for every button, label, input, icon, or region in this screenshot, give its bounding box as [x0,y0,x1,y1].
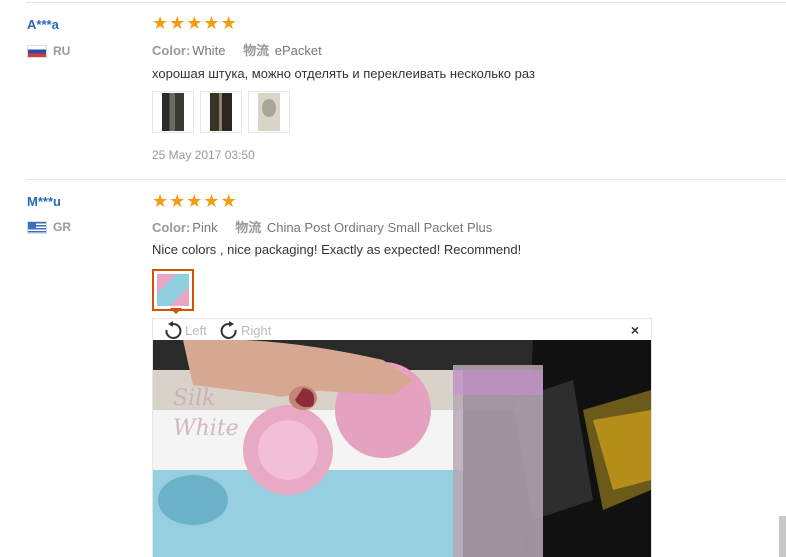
reviewer-country: RU [27,44,70,58]
shipping-label: 物流 [243,43,270,58]
photo-thumbnail[interactable] [152,91,194,133]
star-icon: ★ [186,191,203,211]
photo-thumbnail-selected[interactable] [152,269,194,311]
star-icon: ★ [203,13,220,33]
star-icon: ★ [152,191,169,211]
rotate-left-icon [165,321,182,339]
color-label: Color: [152,220,191,235]
svg-text:White: White [173,416,239,441]
star-icon: ★ [169,13,186,33]
review-photo-image: Silk White [153,340,651,557]
photo-thumbnail[interactable] [248,91,290,133]
star-icon: ★ [203,191,220,211]
rotate-left-button[interactable]: Left [163,321,207,339]
rotate-right-label: Right [241,322,272,338]
country-code: RU [53,44,71,58]
review-photo-large: Silk White [153,340,651,557]
reviewer-name[interactable]: A***a [27,17,59,32]
star-rating: ★ ★ ★ ★ ★ [152,192,237,210]
color-value: White [192,43,226,58]
flag-ru-icon [27,44,47,58]
flag-gr-icon [27,220,47,234]
rotate-right-icon [220,321,237,339]
color-value: Pink [192,220,218,235]
top-divider [26,2,786,3]
rotate-right-button[interactable]: Right [219,321,271,339]
shipping-value: ePacket [274,43,322,58]
star-icon: ★ [220,13,237,33]
reviewer-name[interactable]: M***u [27,194,61,209]
review-photos [152,269,194,311]
order-info: Color: Pink 物流 China Post Ordinary Small … [152,217,492,236]
selected-photo-pointer [170,308,182,314]
close-icon[interactable]: × [631,322,639,338]
star-icon: ★ [152,13,169,33]
review-photos [152,91,290,133]
review-comment: хорошая штука, можно отделять и переклеи… [152,66,535,81]
review-date: 25 May 2017 03:50 [152,148,255,162]
color-label: Color: [152,43,191,58]
star-icon: ★ [169,191,186,211]
star-icon: ★ [186,13,203,33]
shipping-value: China Post Ordinary Small Packet Plus [266,220,493,235]
viewer-toolbar: Left Right × [153,319,651,340]
rotate-left-label: Left [185,322,207,338]
country-code: GR [53,220,71,234]
page-scrollbar-thumb[interactable] [779,516,786,557]
reviewer-country: GR [27,220,71,234]
svg-text:Silk: Silk [173,386,215,411]
photo-viewer: Left Right × Silk White [152,318,652,557]
star-rating: ★ ★ ★ ★ ★ [152,14,237,32]
review-divider [26,179,786,180]
shipping-label: 物流 [235,220,262,235]
star-icon: ★ [220,191,237,211]
photo-thumbnail[interactable] [200,91,242,133]
review-comment: Nice colors , nice packaging! Exactly as… [152,242,522,257]
order-info: Color: White 物流 ePacket [152,40,322,59]
